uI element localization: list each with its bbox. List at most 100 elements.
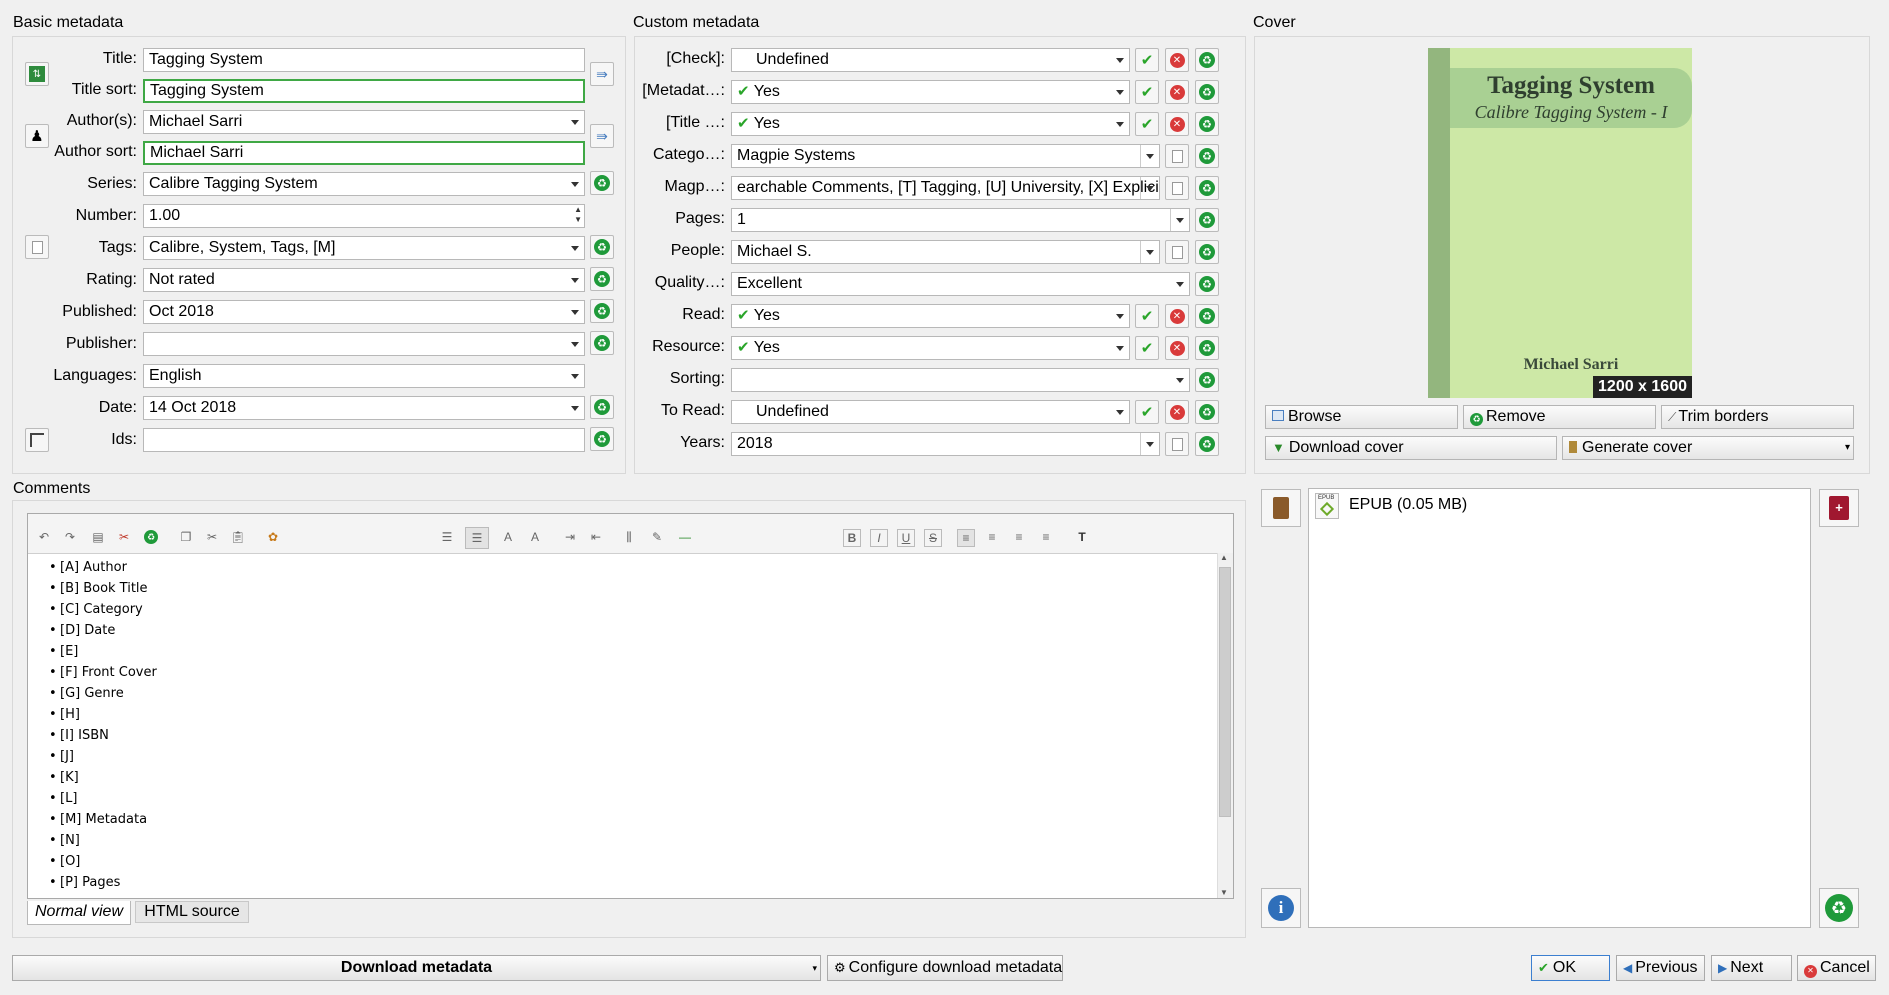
toread-set-yes-button[interactable]: ✔ xyxy=(1135,400,1159,424)
ok-button[interactable]: ✔ OK xyxy=(1531,955,1610,981)
scrollbar-thumb[interactable] xyxy=(1219,567,1231,817)
add-format-button[interactable] xyxy=(1261,489,1301,527)
chevron-down-icon[interactable] xyxy=(1171,369,1189,391)
years-clear-button[interactable]: ♻ xyxy=(1195,432,1219,456)
toread-combo[interactable]: Undefined xyxy=(731,400,1130,424)
people-combo[interactable]: Michael S. xyxy=(731,240,1160,264)
authors-combo[interactable]: Michael Sarri xyxy=(143,110,585,134)
quality-clear-button[interactable]: ♻ xyxy=(1195,272,1219,296)
title-sort-auto-button[interactable]: ⇛ xyxy=(590,62,614,86)
publisher-combo[interactable] xyxy=(143,332,585,356)
custom-title-set-no-button[interactable]: ✕ xyxy=(1165,112,1189,136)
read-combo[interactable]: ✔ Yes xyxy=(731,304,1130,328)
category-edit-button[interactable] xyxy=(1165,144,1189,168)
pages-clear-button[interactable]: ♻ xyxy=(1195,208,1219,232)
read-clear-button[interactable]: ♻ xyxy=(1195,304,1219,328)
tags-combo[interactable]: Calibre, System, Tags, [M] xyxy=(143,236,585,260)
paste-icon[interactable]: 📋︎ xyxy=(230,529,246,545)
remove-cover-button[interactable]: ♻ Remove xyxy=(1463,405,1656,429)
clear-ids-button[interactable]: ♻ xyxy=(590,427,614,451)
comments-scrollbar[interactable]: ▲ ▼ xyxy=(1217,553,1233,898)
clear-comments-button[interactable]: ♻ xyxy=(143,529,159,545)
custom-title-clear-button[interactable]: ♻ xyxy=(1195,112,1219,136)
chevron-down-icon[interactable] xyxy=(566,173,584,195)
download-metadata-button[interactable]: Download metadata ▾ xyxy=(12,955,821,981)
title-sort-input[interactable]: Tagging System xyxy=(143,79,585,103)
resource-set-yes-button[interactable]: ✔ xyxy=(1135,336,1159,360)
chevron-down-icon[interactable] xyxy=(1171,273,1189,295)
configure-download-metadata-button[interactable]: ⚙ Configure download metadata xyxy=(827,955,1063,981)
cut-icon[interactable]: ✂ xyxy=(204,529,220,545)
read-set-yes-button[interactable]: ✔ xyxy=(1135,304,1159,328)
check-combo[interactable]: Undefined xyxy=(731,48,1130,72)
redo-icon[interactable]: ↷ xyxy=(62,529,78,545)
columns-icon[interactable]: ⫼ xyxy=(621,529,637,545)
author-sort-auto-button[interactable]: ⇛ xyxy=(590,124,614,148)
chevron-down-icon[interactable] xyxy=(1111,337,1129,359)
number-spinbox[interactable]: 1.00 ▲ ▼ xyxy=(143,204,585,228)
custom-title-combo[interactable]: ✔ Yes xyxy=(731,112,1130,136)
custom-title-set-yes-button[interactable]: ✔ xyxy=(1135,112,1159,136)
bold-icon[interactable]: B xyxy=(843,529,861,547)
years-edit-button[interactable] xyxy=(1165,432,1189,456)
title-input[interactable]: Tagging System xyxy=(143,48,585,72)
pages-combo[interactable]: 1 xyxy=(731,208,1190,232)
category-combo[interactable]: Magpie Systems xyxy=(731,144,1160,168)
undo-icon[interactable]: ↶ xyxy=(36,529,52,545)
metadat-clear-button[interactable]: ♻ xyxy=(1195,80,1219,104)
sorting-combo[interactable] xyxy=(731,368,1190,392)
italic-icon[interactable]: I xyxy=(870,529,888,547)
author-sort-input[interactable]: Michael Sarri xyxy=(143,141,585,165)
format-info-button[interactable]: i xyxy=(1261,888,1301,928)
remove-formatting-icon[interactable]: ✂ xyxy=(116,529,132,545)
unordered-list-icon[interactable]: ☰ xyxy=(465,527,489,549)
chevron-down-icon[interactable] xyxy=(566,365,584,387)
years-combo[interactable]: 2018 xyxy=(731,432,1160,456)
copy-icon[interactable]: ❐ xyxy=(178,529,194,545)
read-set-no-button[interactable]: ✕ xyxy=(1165,304,1189,328)
cancel-button[interactable]: ✕ Cancel xyxy=(1797,955,1876,981)
clear-published-button[interactable]: ♻ xyxy=(590,299,614,323)
chevron-down-icon[interactable] xyxy=(566,269,584,291)
chevron-down-icon[interactable] xyxy=(566,301,584,323)
generate-cover-button[interactable]: Generate cover ▾ xyxy=(1562,436,1854,460)
download-cover-button[interactable]: ▼ Download cover xyxy=(1265,436,1557,460)
resource-clear-button[interactable]: ♻ xyxy=(1195,336,1219,360)
chevron-down-icon[interactable] xyxy=(1140,145,1159,167)
chevron-down-icon[interactable] xyxy=(1170,209,1189,231)
chevron-down-icon[interactable] xyxy=(1111,113,1129,135)
browse-cover-button[interactable]: Browse xyxy=(1265,405,1458,429)
clear-series-button[interactable]: ♻ xyxy=(590,171,614,195)
scroll-down-icon[interactable]: ▼ xyxy=(1220,888,1228,897)
scroll-up-icon[interactable]: ▲ xyxy=(1220,553,1228,562)
align-left-icon[interactable]: ≡ xyxy=(957,529,975,547)
series-combo[interactable]: Calibre Tagging System xyxy=(143,172,585,196)
check-clear-button[interactable]: ♻ xyxy=(1195,48,1219,72)
strikethrough-icon[interactable]: S xyxy=(924,529,942,547)
clear-date-button[interactable]: ♻ xyxy=(590,395,614,419)
spin-arrows-icon[interactable]: ▲ ▼ xyxy=(574,205,582,225)
clear-publisher-button[interactable]: ♻ xyxy=(590,331,614,355)
people-edit-button[interactable] xyxy=(1165,240,1189,264)
metadat-combo[interactable]: ✔ Yes xyxy=(731,80,1130,104)
magpie-clear-button[interactable]: ♻ xyxy=(1195,176,1219,200)
quality-combo[interactable]: Excellent xyxy=(731,272,1190,296)
ids-input[interactable] xyxy=(143,428,585,452)
tab-normal-view[interactable]: Normal view xyxy=(27,901,131,925)
font-smaller-icon[interactable]: A xyxy=(527,529,543,545)
published-combo[interactable]: Oct 2018 xyxy=(143,300,585,324)
chevron-down-icon[interactable] xyxy=(1140,241,1159,263)
font-larger-icon[interactable]: A xyxy=(500,529,516,545)
chevron-down-icon[interactable] xyxy=(566,333,584,355)
indent-icon[interactable]: ⇥ xyxy=(562,529,578,545)
clear-tags-button[interactable]: ♻ xyxy=(590,235,614,259)
chevron-down-icon[interactable] xyxy=(1140,433,1159,455)
category-clear-button[interactable]: ♻ xyxy=(1195,144,1219,168)
align-center-icon[interactable]: ≡ xyxy=(984,529,1000,545)
chevron-down-icon[interactable] xyxy=(1111,49,1129,71)
select-all-icon[interactable]: ▤ xyxy=(90,529,106,545)
highlight-icon[interactable]: ✎ xyxy=(649,529,665,545)
text-style-icon[interactable]: T xyxy=(1074,529,1090,545)
resource-set-no-button[interactable]: ✕ xyxy=(1165,336,1189,360)
chevron-down-icon[interactable] xyxy=(1140,177,1159,199)
